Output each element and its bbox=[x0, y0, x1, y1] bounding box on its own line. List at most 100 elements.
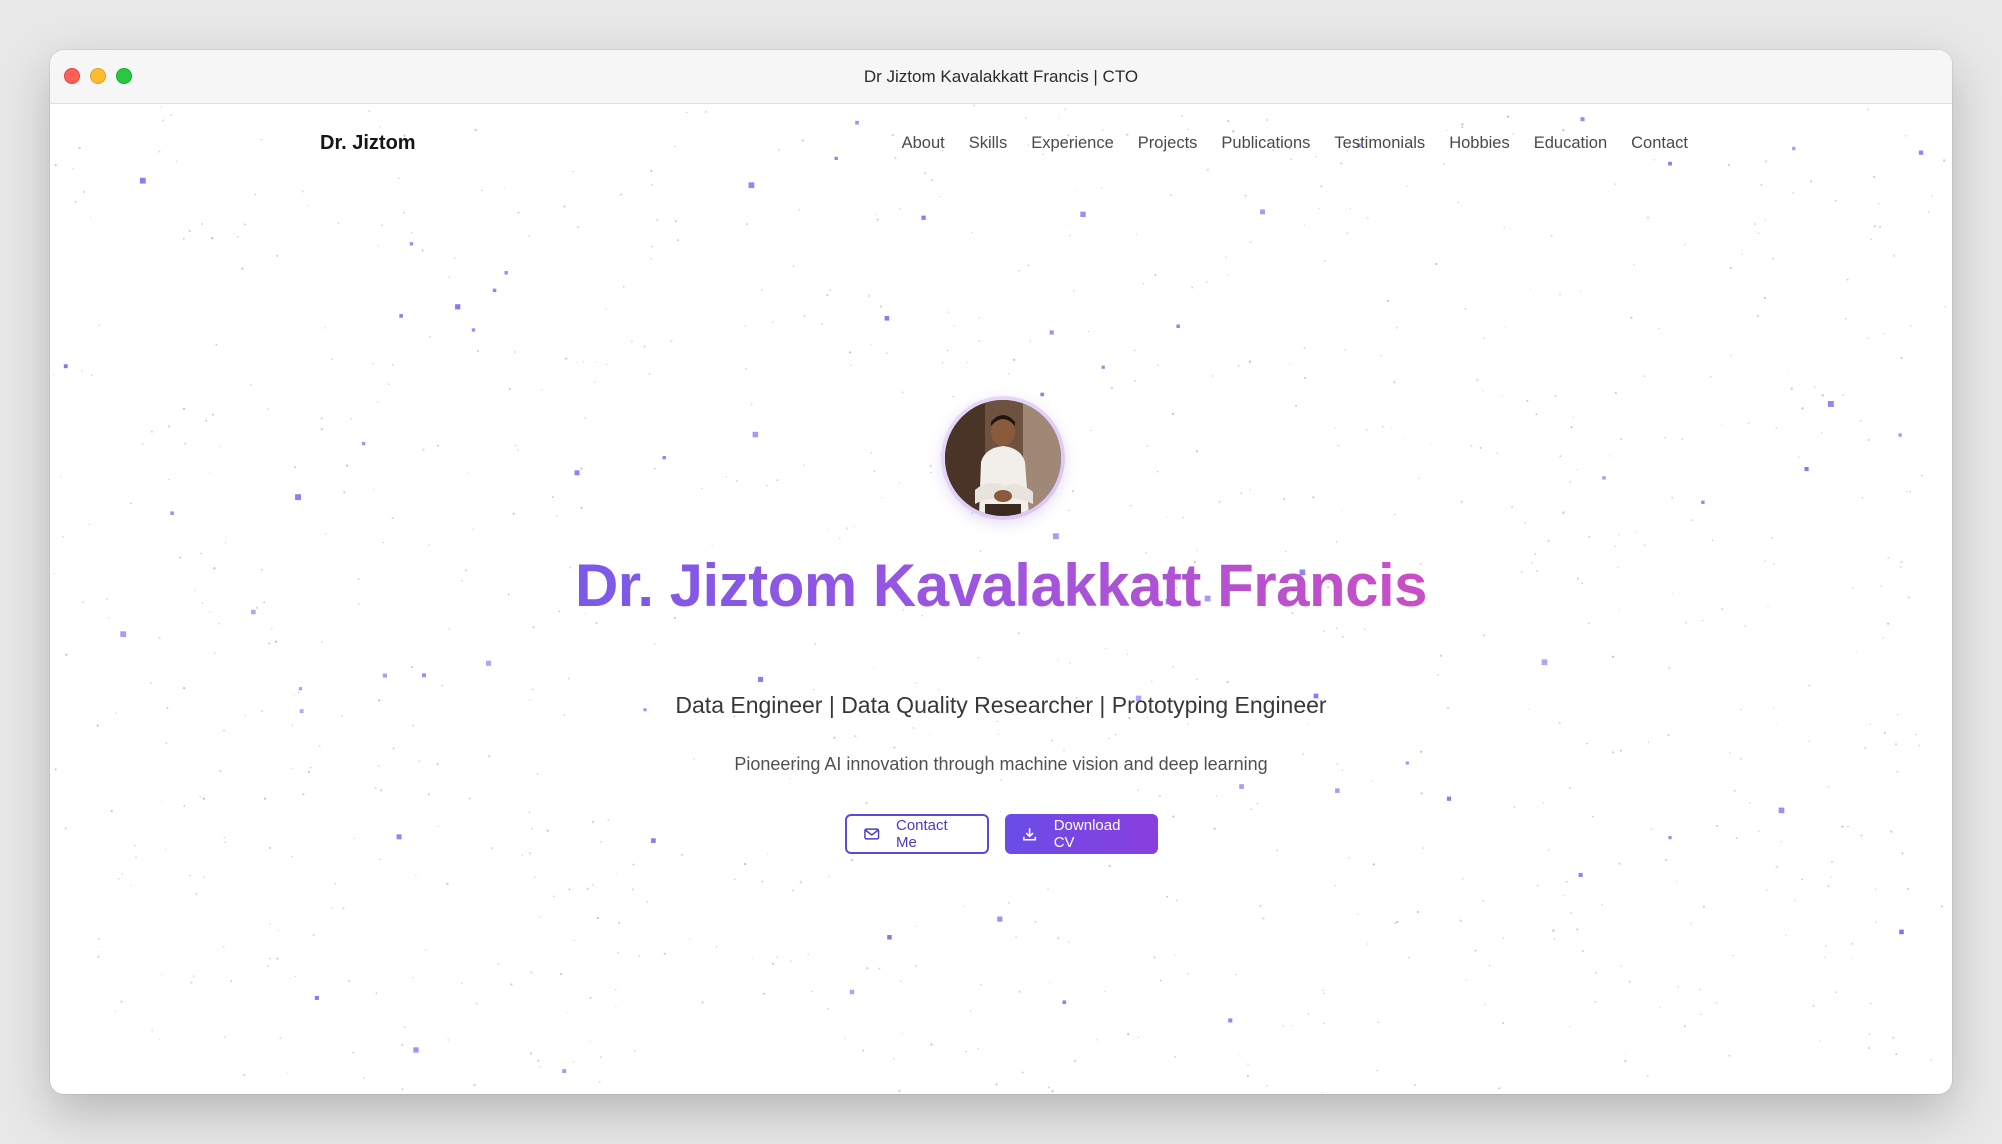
particle-dot bbox=[1110, 387, 1114, 390]
particle-dot bbox=[914, 964, 918, 968]
particle-dot bbox=[1479, 446, 1482, 449]
particle-dot bbox=[121, 873, 124, 875]
particle-dot bbox=[114, 1010, 116, 1012]
particle-dot bbox=[829, 289, 832, 292]
particle-dot bbox=[202, 797, 206, 800]
nav-link-testimonials[interactable]: Testimonials bbox=[1334, 134, 1425, 153]
particle-dot bbox=[811, 990, 813, 993]
particle-dot bbox=[1288, 363, 1291, 366]
particle-dot bbox=[1172, 665, 1175, 668]
particle-dot bbox=[96, 724, 99, 727]
particle-dot bbox=[222, 946, 225, 948]
particle-dot bbox=[598, 1080, 601, 1083]
page-content: Dr. Jiztom About Skills Experience Proje… bbox=[50, 104, 1952, 1094]
nav-link-hobbies[interactable]: Hobbies bbox=[1449, 134, 1510, 153]
particle-dot bbox=[999, 810, 1002, 812]
nav-link-contact[interactable]: Contact bbox=[1631, 134, 1688, 153]
nav-link-skills[interactable]: Skills bbox=[969, 134, 1008, 153]
nav-link-publications[interactable]: Publications bbox=[1221, 134, 1310, 153]
particle-dot bbox=[1841, 393, 1845, 397]
particle-dot bbox=[596, 361, 598, 364]
contact-me-button[interactable]: Contact Me bbox=[844, 814, 989, 854]
particle-dot bbox=[1792, 192, 1794, 194]
particle-dot bbox=[1506, 115, 1510, 118]
particle-dot bbox=[745, 223, 749, 226]
particle-dot bbox=[1150, 680, 1153, 683]
particle-dot bbox=[838, 537, 841, 540]
particle-dot bbox=[1496, 452, 1499, 454]
particle-square bbox=[409, 242, 414, 246]
particle-dot bbox=[88, 523, 91, 526]
particle-dot bbox=[1790, 387, 1793, 390]
download-icon bbox=[1022, 828, 1036, 841]
particle-dot bbox=[269, 923, 271, 925]
particle-dot bbox=[291, 855, 293, 858]
particle-dot bbox=[1154, 273, 1157, 276]
particle-dot bbox=[1867, 337, 1870, 340]
particle-dot bbox=[1187, 128, 1189, 131]
particle-dot bbox=[201, 223, 204, 225]
particle-dot bbox=[1169, 194, 1172, 197]
particle-square bbox=[1898, 433, 1902, 437]
particle-dot bbox=[276, 254, 279, 257]
particle-dot bbox=[725, 475, 727, 478]
particle-dot bbox=[81, 370, 83, 372]
particle-dot bbox=[1457, 201, 1460, 204]
particle-dot bbox=[1071, 490, 1075, 493]
particle-dot bbox=[1569, 480, 1572, 484]
particle-dot bbox=[1396, 920, 1399, 924]
particle-dot bbox=[1013, 358, 1016, 361]
particle-dot bbox=[1733, 789, 1736, 792]
nav-link-projects[interactable]: Projects bbox=[1138, 134, 1198, 153]
particle-dot bbox=[701, 487, 703, 490]
particle-dot bbox=[1103, 990, 1106, 993]
particle-dot bbox=[952, 395, 954, 398]
particle-dot bbox=[1501, 396, 1504, 398]
particle-dot bbox=[1344, 349, 1346, 351]
particle-dot bbox=[673, 145, 676, 148]
particle-dot bbox=[1646, 216, 1650, 219]
particle-dot bbox=[1226, 274, 1229, 277]
nav-link-education[interactable]: Education bbox=[1534, 134, 1607, 153]
particle-dot bbox=[1609, 455, 1611, 457]
particle-square bbox=[748, 182, 755, 189]
particle-square bbox=[413, 1047, 419, 1053]
particle-dot bbox=[150, 682, 152, 684]
particle-dot bbox=[468, 797, 471, 800]
particle-dot bbox=[1529, 288, 1532, 290]
particle-dot bbox=[1408, 956, 1410, 959]
particle-dot bbox=[870, 452, 873, 454]
nav-link-experience[interactable]: Experience bbox=[1031, 134, 1114, 153]
particle-dot bbox=[1844, 317, 1847, 320]
particle-dot bbox=[1337, 444, 1340, 447]
particle-dot bbox=[90, 216, 92, 219]
particle-dot bbox=[1482, 634, 1486, 637]
particle-dot bbox=[230, 980, 233, 983]
particle-dot bbox=[1729, 266, 1732, 269]
particle-dot bbox=[1076, 189, 1078, 191]
particle-dot bbox=[243, 1073, 246, 1076]
particle-dot bbox=[1021, 1071, 1024, 1074]
download-cv-button[interactable]: Download CV bbox=[1004, 814, 1158, 854]
nav-brand[interactable]: Dr. Jiztom bbox=[320, 132, 416, 155]
particle-dot bbox=[321, 641, 323, 643]
nav-link-about[interactable]: About bbox=[902, 134, 945, 153]
particle-dot bbox=[618, 193, 621, 196]
particle-dot bbox=[1668, 666, 1671, 669]
particle-dot bbox=[1624, 1059, 1627, 1063]
particle-dot bbox=[1000, 778, 1003, 781]
particle-dot bbox=[1620, 965, 1623, 967]
particle-dot bbox=[630, 340, 634, 343]
particle-dot bbox=[1892, 1036, 1895, 1040]
particle-dot bbox=[1484, 1003, 1487, 1006]
particle-dot bbox=[979, 983, 982, 986]
particle-dot bbox=[1461, 126, 1464, 129]
particle-dot bbox=[224, 542, 227, 544]
particle-dot bbox=[733, 878, 736, 881]
particle-dot bbox=[1552, 929, 1555, 932]
particle-dot bbox=[294, 466, 297, 469]
particle-dot bbox=[270, 628, 273, 630]
particle-dot bbox=[428, 544, 430, 546]
particle-dot bbox=[563, 205, 566, 208]
particle-dot bbox=[1864, 746, 1867, 749]
